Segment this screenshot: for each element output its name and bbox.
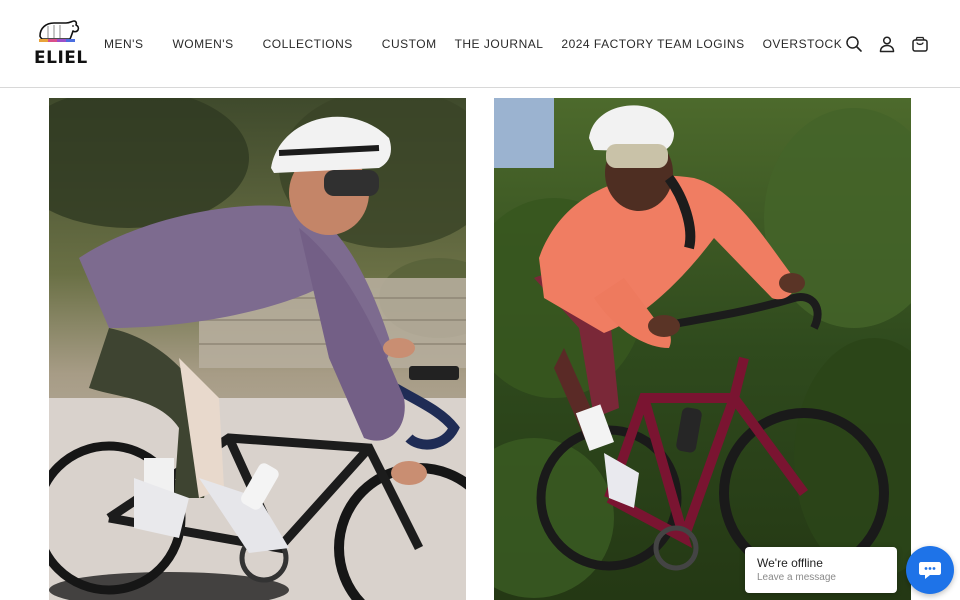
nav-item-womens[interactable]: WOMEN'S — [172, 37, 233, 51]
nav-item-custom[interactable]: CUSTOM — [382, 37, 437, 51]
account-icon[interactable] — [877, 34, 897, 54]
nav-item-overstock[interactable]: OVERSTOCK — [763, 37, 843, 51]
chat-status-subtitle: Leave a message — [757, 572, 836, 583]
site-header: ELIEL MEN'S WOMEN'S COLLECTIONS CUSTOM T… — [0, 0, 960, 88]
nav-item-the-journal[interactable]: THE JOURNAL — [455, 37, 544, 51]
nav-item-mens[interactable]: MEN'S — [104, 37, 143, 51]
chat-icon — [919, 562, 941, 579]
main-navigation: MEN'S WOMEN'S COLLECTIONS CUSTOM THE JOU… — [104, 0, 842, 88]
chat-status-title: We're offline — [757, 556, 823, 570]
product-image-female-cyclist[interactable] — [494, 98, 911, 600]
brand-logo[interactable]: ELIEL — [34, 18, 88, 70]
nav-item-collections[interactable]: COLLECTIONS — [263, 37, 353, 51]
product-image-male-cyclist[interactable] — [49, 98, 466, 600]
header-actions — [844, 0, 930, 88]
chat-offline-bubble[interactable]: We're offline Leave a message — [745, 547, 897, 593]
logo-text: ELIEL — [34, 48, 88, 68]
chat-launcher-button[interactable] — [906, 546, 954, 594]
cart-icon[interactable] — [910, 34, 930, 54]
female-cyclist-image — [494, 98, 911, 600]
search-icon[interactable] — [844, 34, 864, 54]
male-cyclist-image — [49, 98, 466, 600]
bear-logo-icon — [39, 20, 80, 42]
nav-item-factory-team-logins[interactable]: 2024 FACTORY TEAM LOGINS — [561, 37, 744, 51]
